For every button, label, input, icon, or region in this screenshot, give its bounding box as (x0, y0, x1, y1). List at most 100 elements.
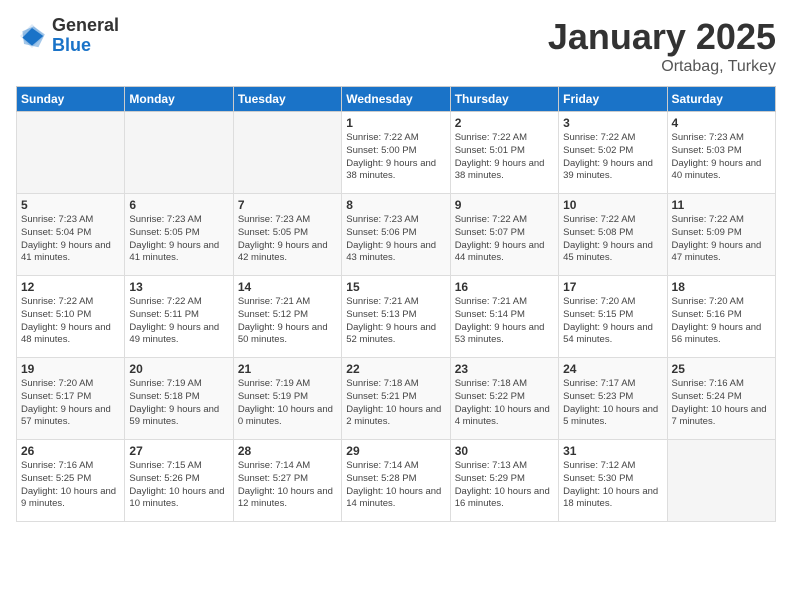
calendar-cell: 26 Sunrise: 7:16 AM Sunset: 5:25 PM Dayli… (17, 440, 125, 522)
calendar-cell: 11 Sunrise: 7:22 AM Sunset: 5:09 PM Dayli… (667, 194, 775, 276)
calendar-table: SundayMondayTuesdayWednesdayThursdayFrid… (16, 86, 776, 522)
calendar-cell: 4 Sunrise: 7:23 AM Sunset: 5:03 PM Daylig… (667, 112, 775, 194)
day-detail: Sunrise: 7:22 AM Sunset: 5:01 PM Dayligh… (455, 132, 554, 183)
day-number: 22 (346, 362, 445, 376)
calendar-cell: 28Sunrise: 7:14 AM Sunset: 5:27 PM Dayli… (233, 440, 341, 522)
day-detail: Sunrise: 7:14 AM Sunset: 5:28 PM Dayligh… (346, 460, 445, 511)
day-detail: Sunrise: 7:23 AM Sunset: 5:04 PM Dayligh… (21, 214, 120, 265)
day-number: 21 (238, 362, 337, 376)
calendar-cell: 18Sunrise: 7:20 AM Sunset: 5:16 PM Dayli… (667, 276, 775, 358)
day-detail: Sunrise: 7:19 AM Sunset: 5:18 PM Dayligh… (129, 378, 228, 429)
day-detail: Sunrise: 7:23 AM Sunset: 5:06 PM Dayligh… (346, 214, 445, 265)
day-detail: Sunrise: 7:12 AM Sunset: 5:30 PM Dayligh… (563, 460, 662, 511)
calendar-cell: 8 Sunrise: 7:23 AM Sunset: 5:06 PM Daylig… (342, 194, 450, 276)
calendar-cell: 23 Sunrise: 7:18 AM Sunset: 5:22 PM Dayli… (450, 358, 558, 440)
day-detail: Sunrise: 7:16 AM Sunset: 5:25 PM Dayligh… (21, 460, 120, 511)
calendar-header-row: SundayMondayTuesdayWednesdayThursdayFrid… (17, 87, 776, 112)
calendar-cell: 31Sunrise: 7:12 AM Sunset: 5:30 PM Dayli… (559, 440, 667, 522)
day-detail: Sunrise: 7:22 AM Sunset: 5:09 PM Dayligh… (672, 214, 771, 265)
weekday-header: Tuesday (233, 87, 341, 112)
calendar-cell: 29 Sunrise: 7:14 AM Sunset: 5:28 PM Dayli… (342, 440, 450, 522)
day-detail: Sunrise: 7:22 AM Sunset: 5:07 PM Dayligh… (455, 214, 554, 265)
weekday-header: Wednesday (342, 87, 450, 112)
day-detail: Sunrise: 7:23 AM Sunset: 5:05 PM Dayligh… (129, 214, 228, 265)
logo-blue: Blue (52, 36, 119, 56)
day-number: 29 (346, 444, 445, 458)
weekday-header: Friday (559, 87, 667, 112)
day-number: 25 (672, 362, 771, 376)
calendar-cell: 15 Sunrise: 7:21 AM Sunset: 5:13 PM Dayli… (342, 276, 450, 358)
day-number: 4 (672, 116, 771, 130)
day-number: 28 (238, 444, 337, 458)
calendar-cell: 19 Sunrise: 7:20 AM Sunset: 5:17 PM Dayli… (17, 358, 125, 440)
day-number: 27 (129, 444, 228, 458)
day-detail: Sunrise: 7:21 AM Sunset: 5:12 PM Dayligh… (238, 296, 337, 347)
calendar-cell: 20 Sunrise: 7:19 AM Sunset: 5:18 PM Dayli… (125, 358, 233, 440)
calendar-week-row: 26 Sunrise: 7:16 AM Sunset: 5:25 PM Dayli… (17, 440, 776, 522)
calendar-cell (17, 112, 125, 194)
day-number: 6 (129, 198, 228, 212)
logo-text: General Blue (52, 16, 119, 56)
weekday-header: Sunday (17, 87, 125, 112)
day-number: 13 (129, 280, 228, 294)
day-number: 9 (455, 198, 554, 212)
calendar-cell: 30Sunrise: 7:13 AM Sunset: 5:29 PM Dayli… (450, 440, 558, 522)
calendar-cell: 2Sunrise: 7:22 AM Sunset: 5:01 PM Daylig… (450, 112, 558, 194)
day-number: 20 (129, 362, 228, 376)
day-number: 24 (563, 362, 662, 376)
day-number: 3 (563, 116, 662, 130)
day-number: 8 (346, 198, 445, 212)
page-header: General Blue January 2025 Ortabag, Turke… (16, 16, 776, 76)
calendar-cell: 22Sunrise: 7:18 AM Sunset: 5:21 PM Dayli… (342, 358, 450, 440)
day-number: 18 (672, 280, 771, 294)
logo-icon (16, 20, 48, 52)
location: Ortabag, Turkey (548, 58, 776, 76)
day-detail: Sunrise: 7:22 AM Sunset: 5:00 PM Dayligh… (346, 132, 445, 183)
day-number: 11 (672, 198, 771, 212)
weekday-header: Monday (125, 87, 233, 112)
day-detail: Sunrise: 7:22 AM Sunset: 5:10 PM Dayligh… (21, 296, 120, 347)
logo-general: General (52, 16, 119, 36)
calendar-cell: 25 Sunrise: 7:16 AM Sunset: 5:24 PM Dayli… (667, 358, 775, 440)
day-number: 16 (455, 280, 554, 294)
day-detail: Sunrise: 7:20 AM Sunset: 5:15 PM Dayligh… (563, 296, 662, 347)
calendar-cell: 14 Sunrise: 7:21 AM Sunset: 5:12 PM Dayli… (233, 276, 341, 358)
day-detail: Sunrise: 7:23 AM Sunset: 5:05 PM Dayligh… (238, 214, 337, 265)
calendar-cell: 7Sunrise: 7:23 AM Sunset: 5:05 PM Daylig… (233, 194, 341, 276)
day-detail: Sunrise: 7:22 AM Sunset: 5:02 PM Dayligh… (563, 132, 662, 183)
day-number: 14 (238, 280, 337, 294)
day-number: 26 (21, 444, 120, 458)
calendar-cell: 1 Sunrise: 7:22 AM Sunset: 5:00 PM Daylig… (342, 112, 450, 194)
day-number: 12 (21, 280, 120, 294)
logo: General Blue (16, 16, 119, 56)
day-number: 23 (455, 362, 554, 376)
day-number: 1 (346, 116, 445, 130)
title-block: January 2025 Ortabag, Turkey (548, 16, 776, 76)
calendar-cell: 12 Sunrise: 7:22 AM Sunset: 5:10 PM Dayli… (17, 276, 125, 358)
day-detail: Sunrise: 7:20 AM Sunset: 5:17 PM Dayligh… (21, 378, 120, 429)
day-detail: Sunrise: 7:21 AM Sunset: 5:14 PM Dayligh… (455, 296, 554, 347)
calendar-cell: 16 Sunrise: 7:21 AM Sunset: 5:14 PM Dayli… (450, 276, 558, 358)
day-number: 15 (346, 280, 445, 294)
calendar-cell: 17 Sunrise: 7:20 AM Sunset: 5:15 PM Dayli… (559, 276, 667, 358)
weekday-header: Saturday (667, 87, 775, 112)
calendar-cell: 6 Sunrise: 7:23 AM Sunset: 5:05 PM Daylig… (125, 194, 233, 276)
day-detail: Sunrise: 7:16 AM Sunset: 5:24 PM Dayligh… (672, 378, 771, 429)
day-detail: Sunrise: 7:19 AM Sunset: 5:19 PM Dayligh… (238, 378, 337, 429)
calendar-cell: 21 Sunrise: 7:19 AM Sunset: 5:19 PM Dayli… (233, 358, 341, 440)
weekday-header: Thursday (450, 87, 558, 112)
day-number: 19 (21, 362, 120, 376)
day-detail: Sunrise: 7:23 AM Sunset: 5:03 PM Dayligh… (672, 132, 771, 183)
day-detail: Sunrise: 7:17 AM Sunset: 5:23 PM Dayligh… (563, 378, 662, 429)
calendar-cell: 3 Sunrise: 7:22 AM Sunset: 5:02 PM Daylig… (559, 112, 667, 194)
day-number: 17 (563, 280, 662, 294)
day-detail: Sunrise: 7:21 AM Sunset: 5:13 PM Dayligh… (346, 296, 445, 347)
day-detail: Sunrise: 7:22 AM Sunset: 5:11 PM Dayligh… (129, 296, 228, 347)
day-detail: Sunrise: 7:13 AM Sunset: 5:29 PM Dayligh… (455, 460, 554, 511)
day-number: 10 (563, 198, 662, 212)
month-title: January 2025 (548, 16, 776, 58)
calendar-cell: 9 Sunrise: 7:22 AM Sunset: 5:07 PM Daylig… (450, 194, 558, 276)
day-detail: Sunrise: 7:18 AM Sunset: 5:22 PM Dayligh… (455, 378, 554, 429)
calendar-cell: 5Sunrise: 7:23 AM Sunset: 5:04 PM Daylig… (17, 194, 125, 276)
calendar-cell: 27Sunrise: 7:15 AM Sunset: 5:26 PM Dayli… (125, 440, 233, 522)
